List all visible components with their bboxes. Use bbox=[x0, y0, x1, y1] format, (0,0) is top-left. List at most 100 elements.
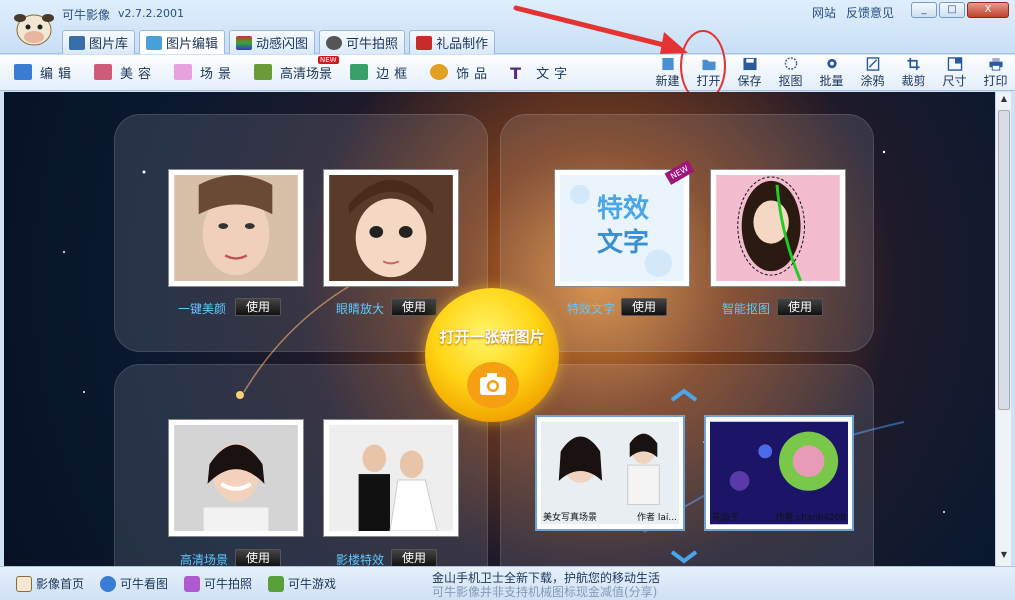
caption-one-click-beauty: 一键美颜 bbox=[178, 302, 227, 316]
tab-label: 可牛拍照 bbox=[346, 37, 399, 52]
save-button[interactable]: 保存 bbox=[732, 57, 767, 89]
image-edit-icon bbox=[146, 35, 163, 50]
tool-hd-scene[interactable]: 高清场景 bbox=[254, 61, 332, 83]
crop-icon bbox=[906, 57, 920, 71]
open-new-image-button[interactable]: 打开一张新图片 bbox=[425, 288, 559, 422]
vertical-scrollbar[interactable]: ▲ ▼ bbox=[995, 92, 1011, 566]
welcome-canvas: 一键美颜 使用 眼睛放大 使用 特效 文字 NEW 特效文字 使用 智能抠图 使… bbox=[4, 92, 995, 566]
effect-text-card[interactable]: 特效 文字 NEW bbox=[554, 160, 695, 287]
tool-label: 美容 bbox=[120, 66, 157, 82]
tab-webcam[interactable]: 可牛拍照 bbox=[319, 30, 406, 54]
camera-icon bbox=[184, 575, 201, 592]
gallery-up-arrow-icon[interactable] bbox=[670, 388, 698, 402]
use-button-smart-cutout[interactable]: 使用 bbox=[777, 298, 823, 316]
status-link-camera[interactable]: 可牛拍照 bbox=[184, 575, 252, 592]
tab-picture-library[interactable]: 图片库 bbox=[62, 30, 136, 54]
tool-text[interactable]: T 文字 bbox=[510, 61, 572, 83]
tbtn-label: 涂鸦 bbox=[860, 74, 885, 88]
status-link-viewer[interactable]: 可牛看图 bbox=[100, 575, 168, 592]
tool-scene[interactable]: 场景 bbox=[174, 61, 236, 83]
gallery-tile-author: 作者 lai... bbox=[637, 513, 677, 523]
status-link-game[interactable]: 可牛游戏 bbox=[268, 575, 336, 592]
tool-edit[interactable]: 编辑 bbox=[14, 61, 76, 83]
news-line-1: 金山手机卫士全新下载，护航您的移动生活 bbox=[432, 571, 661, 585]
cutout-button[interactable]: 抠图 bbox=[773, 57, 808, 89]
graffiti-button[interactable]: 涂鸦 bbox=[855, 57, 890, 89]
tab-animation[interactable]: 动感闪图 bbox=[229, 30, 316, 54]
tool-frame[interactable]: 边框 bbox=[350, 61, 412, 83]
status-link-label: 影像首页 bbox=[36, 577, 85, 591]
tbtn-label: 打印 bbox=[983, 74, 1008, 88]
status-bar: 影像首页 可牛看图 可牛拍照 可牛游戏 金山手机卫士全新下载，护航您的移动生活 … bbox=[0, 566, 1015, 600]
tool-label: 饰品 bbox=[456, 66, 493, 82]
webcam-icon bbox=[326, 35, 343, 50]
tbtn-label: 抠图 bbox=[778, 74, 803, 88]
website-link[interactable]: 网站 bbox=[812, 4, 836, 21]
tool-label: 场景 bbox=[200, 66, 237, 82]
maximize-button[interactable]: □ bbox=[939, 2, 965, 18]
caption-smart-cutout: 智能抠图 bbox=[722, 302, 771, 316]
use-button-eye-enlarge[interactable]: 使用 bbox=[391, 298, 437, 316]
graffiti-icon bbox=[866, 57, 879, 71]
open-new-image-label: 打开一张新图片 bbox=[439, 328, 545, 346]
scroll-up-icon[interactable]: ▲ bbox=[998, 94, 1010, 108]
eye-enlarge-card[interactable] bbox=[323, 169, 459, 287]
gallery-tile[interactable]: 美女写真场景 作者 lai... bbox=[535, 415, 685, 531]
minimize-button[interactable]: _ bbox=[911, 2, 937, 18]
gallery-tile[interactable]: 花仙子 作者 chanli4208 bbox=[704, 415, 854, 531]
feedback-link[interactable]: 反馈意见 bbox=[846, 4, 894, 21]
hd-scene-card[interactable] bbox=[168, 419, 304, 537]
decoration-icon bbox=[430, 64, 449, 80]
tbtn-label: 批量 bbox=[819, 74, 844, 88]
close-button[interactable]: X bbox=[967, 2, 1009, 18]
tab-label: 图片库 bbox=[89, 37, 129, 52]
smart-cutout-card[interactable] bbox=[710, 169, 846, 287]
caption-eye-enlarge: 眼睛放大 bbox=[336, 302, 385, 316]
cow-logo-icon bbox=[14, 14, 54, 46]
crop-button[interactable]: 裁剪 bbox=[896, 57, 931, 89]
use-button-hd-scene[interactable]: 使用 bbox=[235, 549, 281, 566]
print-icon bbox=[988, 57, 1003, 71]
effect-text-line2: 文字 bbox=[596, 228, 649, 258]
animation-icon bbox=[236, 35, 253, 50]
gallery-down-arrow-icon[interactable] bbox=[670, 550, 698, 564]
caption-effect-text: 特效文字 bbox=[567, 302, 616, 316]
cutout-photo bbox=[716, 175, 840, 282]
gallery-tile-author: 作者 chanli4208 bbox=[775, 513, 846, 523]
new-badge: NEW bbox=[318, 56, 339, 64]
studio-effect-card[interactable] bbox=[323, 419, 459, 537]
face-photo bbox=[174, 175, 298, 281]
tab-label: 礼品制作 bbox=[436, 37, 489, 52]
hd-scene-icon bbox=[254, 64, 273, 80]
scroll-down-icon[interactable]: ▼ bbox=[998, 550, 1010, 564]
tool-decoration[interactable]: 饰品 bbox=[430, 61, 492, 83]
beauty-icon bbox=[94, 64, 113, 80]
tool-label: 编辑 bbox=[40, 66, 77, 82]
status-link-label: 可牛看图 bbox=[120, 577, 169, 591]
save-icon bbox=[742, 57, 757, 71]
resize-button[interactable]: 尺寸 bbox=[937, 57, 972, 89]
one-click-beauty-card[interactable] bbox=[168, 169, 304, 287]
batch-button[interactable]: 批量 bbox=[814, 57, 849, 89]
tool-label: 边框 bbox=[376, 66, 413, 82]
edit-icon bbox=[14, 64, 32, 80]
tbtn-label: 保存 bbox=[737, 74, 762, 88]
gallery-tile-title: 花仙子 bbox=[712, 513, 740, 523]
use-button-effect-text[interactable]: 使用 bbox=[621, 298, 667, 316]
tool-label: 高清场景 bbox=[280, 66, 333, 82]
tool-beauty[interactable]: 美容 bbox=[94, 61, 156, 83]
status-link-home[interactable]: 影像首页 bbox=[16, 575, 84, 592]
tab-gift[interactable]: 礼品制作 bbox=[409, 30, 496, 54]
edit-toolbar: 编辑 美容 场景 高清场景 边框 饰品 T 文字 NEW 新建 打开 保存 抠图 … bbox=[0, 55, 1015, 91]
viewer-icon bbox=[100, 575, 117, 592]
print-button[interactable]: 打印 bbox=[978, 57, 1013, 89]
scroll-thumb[interactable] bbox=[998, 110, 1010, 410]
text-icon: T bbox=[510, 64, 522, 83]
app-version: v2.7.2.2001 bbox=[118, 7, 184, 20]
use-button-studio-effect[interactable]: 使用 bbox=[391, 549, 437, 566]
news-ticker[interactable]: 金山手机卫士全新下载，护航您的移动生活 可牛影像并非支持机械图标现金减值(分享) bbox=[432, 571, 660, 599]
use-button-one-click-beauty[interactable]: 使用 bbox=[235, 298, 281, 316]
batch-icon bbox=[826, 58, 837, 69]
title-bar: 可牛影像 v2.7.2.2001 网站 反馈意见 _ □ X 图片库 图片编辑 … bbox=[0, 0, 1015, 54]
tab-image-edit[interactable]: 图片编辑 bbox=[139, 30, 226, 54]
